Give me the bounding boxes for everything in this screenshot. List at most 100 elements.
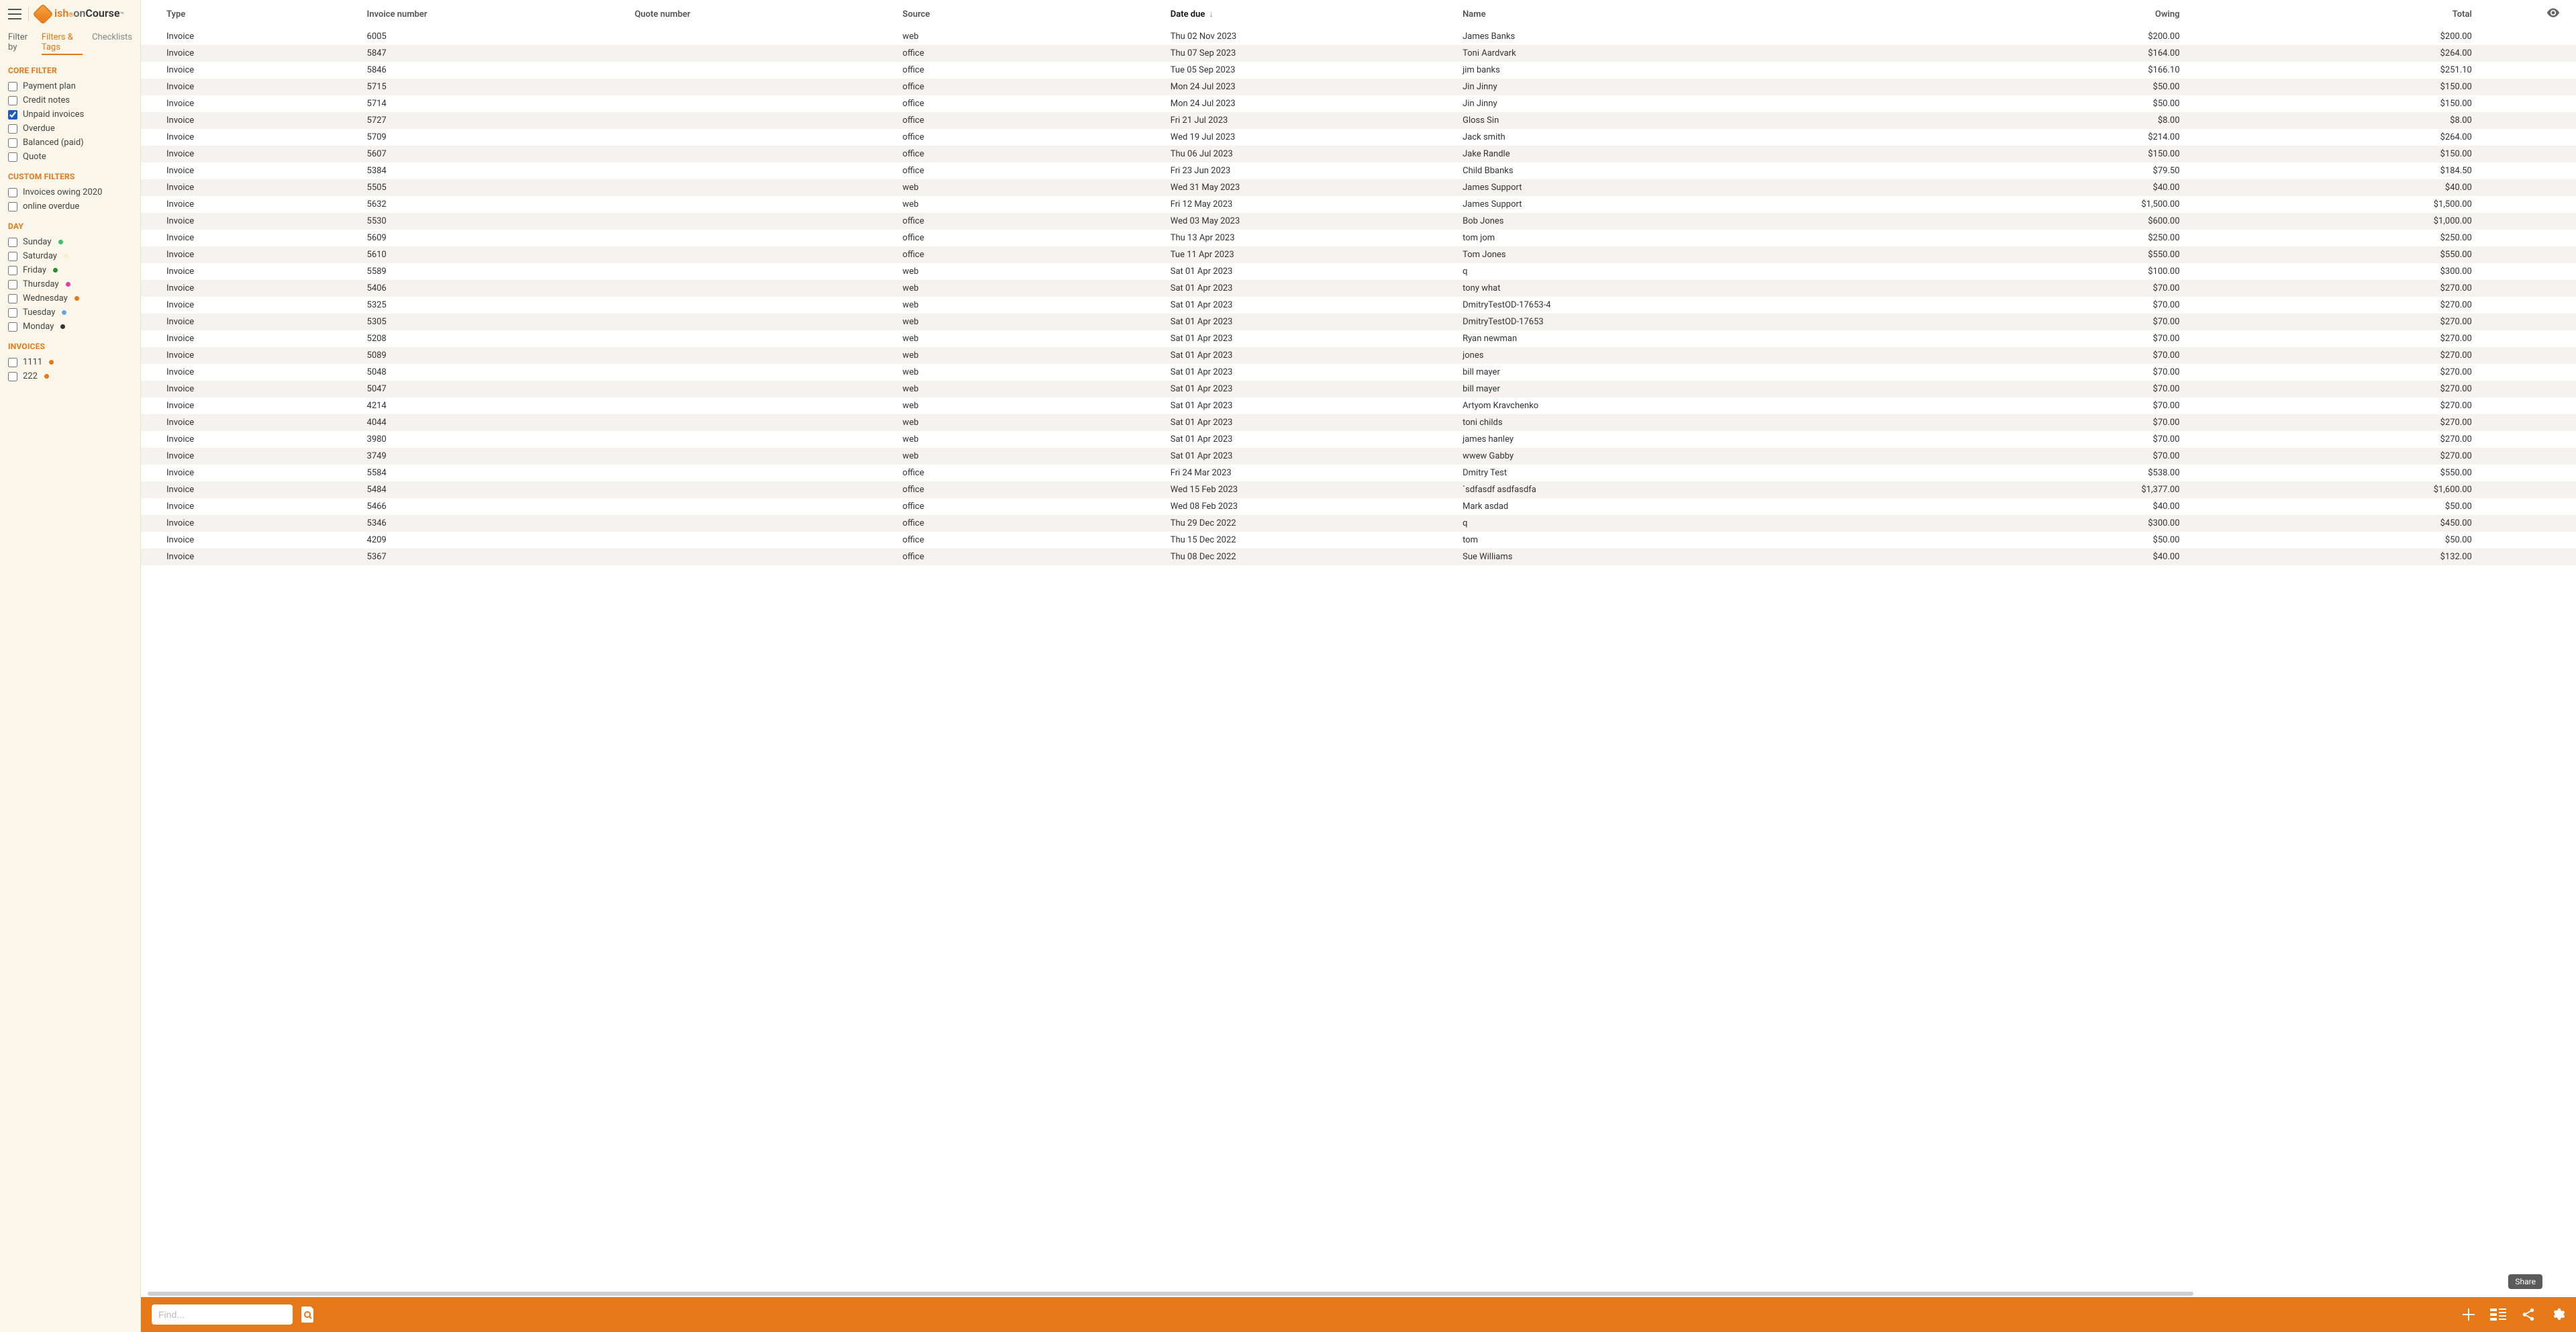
filter-check[interactable]: Quote [8, 150, 132, 164]
table-row[interactable]: Invoice5208webSat 01 Apr 2023Ryan newman… [141, 330, 2576, 347]
col-date-due[interactable]: Date due↓ [1164, 0, 1456, 28]
table-row[interactable]: Invoice5714officeMon 24 Jul 2023Jin Jinn… [141, 95, 2576, 112]
col-name[interactable]: Name [1456, 0, 1894, 28]
table-row[interactable]: Invoice5505webWed 31 May 2023James Suppo… [141, 179, 2576, 196]
filter-check[interactable]: Credit notes [8, 93, 132, 107]
checkbox[interactable] [8, 358, 17, 367]
table-row[interactable]: Invoice5047webSat 01 Apr 2023bill mayer$… [141, 381, 2576, 397]
tab-filters-tags[interactable]: Filters & Tags [42, 32, 83, 55]
table-row[interactable]: Invoice3749webSat 01 Apr 2023wwew Gabby$… [141, 448, 2576, 465]
filter-check[interactable]: online overdue [8, 199, 132, 213]
cell: $8.00 [2187, 112, 2479, 129]
filter-check[interactable]: Payment plan [8, 79, 132, 93]
table-row[interactable]: Invoice6005webThu 02 Nov 2023James Banks… [141, 28, 2576, 45]
col-quote-number[interactable]: Quote number [628, 0, 896, 28]
table-row[interactable]: Invoice5089webSat 01 Apr 2023jones$70.00… [141, 347, 2576, 364]
cell: Invoice [141, 549, 360, 565]
checkbox[interactable] [8, 294, 17, 303]
filter-check[interactable]: Sunday [8, 235, 132, 249]
table-row[interactable]: Invoice5847officeThu 07 Sep 2023Toni Aar… [141, 45, 2576, 62]
filter-check[interactable]: Wednesday [8, 291, 132, 305]
checkbox[interactable] [8, 96, 17, 105]
filter-check[interactable]: Tuesday [8, 305, 132, 320]
table-row[interactable]: Invoice4044webSat 01 Apr 2023toni childs… [141, 414, 2576, 431]
table-row[interactable]: Invoice5610officeTue 11 Apr 2023Tom Jone… [141, 246, 2576, 263]
table-row[interactable]: Invoice5048webSat 01 Apr 2023bill mayer$… [141, 364, 2576, 381]
table-row[interactable]: Invoice5607officeThu 06 Jul 2023Jake Ran… [141, 146, 2576, 162]
table-row[interactable]: Invoice5584officeFri 24 Mar 2023Dmitry T… [141, 465, 2576, 481]
filter-check[interactable]: 1111 [8, 355, 132, 369]
checkbox[interactable] [8, 124, 17, 134]
table-row[interactable]: Invoice5846officeTue 05 Sep 2023jim bank… [141, 62, 2576, 79]
filter-check[interactable]: 222 [8, 369, 132, 383]
table-row[interactable]: Invoice5484officeWed 15 Feb 2023`sdfasdf… [141, 481, 2576, 498]
settings-button[interactable] [2550, 1307, 2565, 1322]
table-row[interactable]: Invoice5715officeMon 24 Jul 2023Jin Jinn… [141, 79, 2576, 95]
table-row[interactable]: Invoice5305webSat 01 Apr 2023DmitryTestO… [141, 314, 2576, 330]
filter-check[interactable]: Invoices owing 2020 [8, 185, 132, 199]
col-owing[interactable]: Owing [1894, 0, 2186, 28]
table-row[interactable]: Invoice5406webSat 01 Apr 2023tony what$7… [141, 280, 2576, 297]
horizontal-scrollbar[interactable] [141, 1290, 2576, 1297]
filter-check[interactable]: Balanced (paid) [8, 136, 132, 150]
filter-check[interactable]: Unpaid invoices [8, 107, 132, 122]
filter-check[interactable]: Monday [8, 320, 132, 334]
table-row[interactable]: Invoice5384officeFri 23 Jun 2023Child Bb… [141, 162, 2576, 179]
table-row[interactable]: Invoice4209officeThu 15 Dec 2022tom$50.0… [141, 532, 2576, 549]
col-source[interactable]: Source [896, 0, 1164, 28]
checkbox[interactable] [8, 152, 17, 162]
col-type[interactable]: Type [141, 0, 360, 28]
checkbox[interactable] [8, 322, 17, 332]
checkbox[interactable] [8, 82, 17, 91]
filter-check[interactable]: Saturday [8, 249, 132, 263]
col-invoice-number[interactable]: Invoice number [360, 0, 628, 28]
checkbox[interactable] [8, 308, 17, 318]
table-row[interactable]: Invoice5709officeWed 19 Jul 2023Jack smi… [141, 129, 2576, 146]
table-row[interactable]: Invoice5727officeFri 21 Jul 2023Gloss Si… [141, 112, 2576, 129]
checkbox[interactable] [8, 266, 17, 275]
filter-check[interactable]: Thursday [8, 277, 132, 291]
cell: Invoice [141, 280, 360, 297]
checkbox[interactable] [8, 238, 17, 247]
checkbox[interactable] [8, 252, 17, 261]
table-row[interactable]: Invoice5609officeThu 13 Apr 2023tom jom$… [141, 230, 2576, 246]
color-dot-icon [64, 254, 68, 258]
checkbox[interactable] [8, 372, 17, 381]
checkbox[interactable] [8, 202, 17, 211]
table-row[interactable]: Invoice4214webSat 01 Apr 2023Artyom Krav… [141, 397, 2576, 414]
search-box[interactable] [152, 1304, 293, 1325]
logo[interactable]: ish®onCourse™ [36, 7, 124, 21]
table-scroll[interactable]: Type Invoice number Quote number Source … [141, 0, 2576, 1290]
checkbox[interactable] [8, 188, 17, 197]
checkbox[interactable] [8, 138, 17, 148]
tab-checklists[interactable]: Checklists [92, 32, 132, 55]
share-button[interactable] [2521, 1307, 2536, 1322]
table-row[interactable]: Invoice5346officeThu 29 Dec 2022q$300.00… [141, 515, 2576, 532]
cell: Invoice [141, 162, 360, 179]
filter-check[interactable]: Overdue [8, 122, 132, 136]
hamburger-icon[interactable] [8, 9, 21, 19]
scrollbar-thumb[interactable] [148, 1292, 2193, 1296]
col-visibility[interactable] [2479, 0, 2576, 28]
table-row[interactable]: Invoice5466officeWed 08 Feb 2023Mark asd… [141, 498, 2576, 515]
filter-check[interactable]: Friday [8, 263, 132, 277]
checkbox[interactable] [8, 110, 17, 120]
saved-search-icon[interactable] [301, 1306, 315, 1323]
table-row[interactable]: Invoice5367officeThu 08 Dec 2022Sue Will… [141, 549, 2576, 565]
search-input[interactable] [158, 1309, 286, 1320]
table-row[interactable]: Invoice5632webFri 12 May 2023James Suppo… [141, 196, 2576, 213]
view-toggle-icon[interactable] [2490, 1309, 2506, 1321]
cell: Wed 19 Jul 2023 [1164, 129, 1456, 146]
cell: 5384 [360, 162, 628, 179]
color-dot-icon [66, 282, 70, 287]
table-row[interactable]: Invoice5325webSat 01 Apr 2023DmitryTestO… [141, 297, 2576, 314]
cell: office [896, 515, 1164, 532]
cell: Invoice [141, 532, 360, 549]
add-button[interactable] [2462, 1308, 2475, 1321]
table-row[interactable]: Invoice5530officeWed 03 May 2023Bob Jone… [141, 213, 2576, 230]
col-total[interactable]: Total [2187, 0, 2479, 28]
checkbox[interactable] [8, 280, 17, 289]
table-row[interactable]: Invoice5589webSat 01 Apr 2023q$100.00$30… [141, 263, 2576, 280]
table-row[interactable]: Invoice3980webSat 01 Apr 2023james hanle… [141, 431, 2576, 448]
cell [628, 549, 896, 565]
